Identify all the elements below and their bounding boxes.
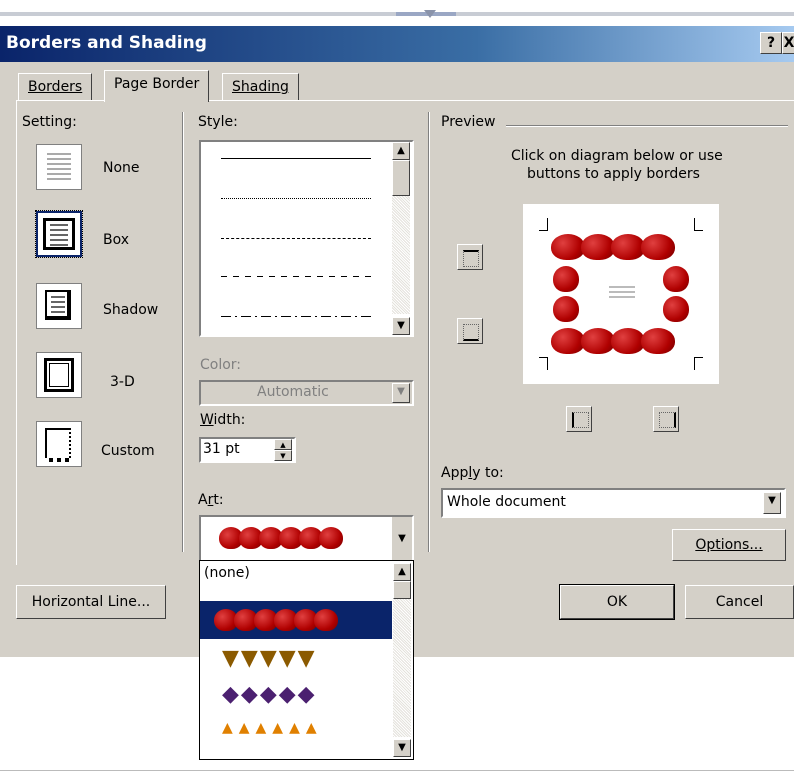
color-value: Automatic <box>257 384 329 400</box>
style-option-dashed-large[interactable] <box>221 276 371 277</box>
art-apples-preview <box>219 527 343 553</box>
width-spinner[interactable]: 31 pt ▲ ▼ <box>199 437 296 463</box>
scroll-up-icon[interactable]: ▲ <box>392 142 410 160</box>
art-select[interactable]: ▼ <box>199 515 414 563</box>
options-button-label: Options... <box>695 537 763 553</box>
help-button[interactable]: ? <box>760 32 782 54</box>
width-label: Width: <box>200 412 246 428</box>
preview-apples-left <box>553 264 579 326</box>
preview-label: Preview <box>441 114 496 130</box>
column-divider <box>428 112 430 552</box>
setting-custom-label[interactable]: Custom <box>101 443 155 459</box>
preview-diagram[interactable] <box>523 204 719 384</box>
setting-shadow-icon[interactable] <box>36 283 82 329</box>
close-button[interactable]: X <box>782 32 794 54</box>
style-option-solid[interactable] <box>221 158 371 159</box>
tab-label: Shading <box>232 79 289 95</box>
setting-none-icon[interactable] <box>36 144 82 190</box>
setting-box-label[interactable]: Box <box>103 232 129 248</box>
style-label: Style: <box>198 114 238 130</box>
preview-apples-right <box>663 264 689 326</box>
right-border-button[interactable] <box>653 406 679 432</box>
options-button[interactable]: Options... <box>672 529 786 561</box>
tab-borders[interactable]: Borders <box>18 73 93 100</box>
chevron-down-icon[interactable]: ▼ <box>392 517 412 561</box>
document-ruler <box>0 0 794 26</box>
title-bar: Borders and Shading ? X <box>0 26 794 62</box>
preview-instructions-1: Click on diagram below or use <box>511 148 723 164</box>
preview-group-line <box>506 125 788 127</box>
style-option-dotted[interactable] <box>221 198 371 199</box>
setting-none-label[interactable]: None <box>103 160 140 176</box>
art-option-ice-cream-cones[interactable]: ▼▼▼▼▼ <box>222 647 317 671</box>
chevron-down-icon: ▼ <box>392 383 410 403</box>
ok-label: OK <box>606 594 628 610</box>
setting-custom-icon[interactable] <box>36 421 82 467</box>
style-option-dash-dot[interactable] <box>221 316 371 317</box>
spin-up-icon[interactable]: ▲ <box>274 439 292 450</box>
apply-to-select[interactable]: Whole document ▼ <box>441 488 786 518</box>
art-option-apples-selected[interactable] <box>200 601 392 639</box>
bottom-border-button[interactable] <box>457 318 483 344</box>
art-option-cakes[interactable]: ◆◆◆◆◆ <box>222 683 317 707</box>
ok-button[interactable]: OK <box>559 584 675 620</box>
art-option-candy-corn[interactable]: ▲▲▲▲▲▲ <box>222 719 323 737</box>
scroll-track[interactable] <box>393 599 411 737</box>
scroll-down-icon[interactable]: ▼ <box>392 317 410 335</box>
setting-3d-label[interactable]: 3-D <box>110 374 135 390</box>
scrollbar-thumb[interactable] <box>393 581 411 599</box>
art-dropdown-list[interactable]: (none) ▼▼▼▼▼ ◆◆◆◆◆ ▲▲▲▲▲▲ ▲ ▼ <box>199 560 414 760</box>
apply-to-value: Whole document <box>447 494 566 510</box>
preview-apples-top <box>551 234 675 264</box>
apply-to-label: Apply to: <box>441 465 504 481</box>
cancel-button[interactable]: Cancel <box>685 585 794 619</box>
chevron-down-icon[interactable]: ▼ <box>763 492 781 514</box>
column-divider <box>182 112 184 552</box>
cancel-label: Cancel <box>715 594 764 610</box>
scroll-down-icon[interactable]: ▼ <box>393 739 411 757</box>
width-value: 31 pt <box>203 441 240 457</box>
horizontal-line-label: Horizontal Line... <box>31 594 151 610</box>
style-option-dashed-small[interactable] <box>221 238 371 239</box>
scroll-up-icon[interactable]: ▲ <box>393 563 411 581</box>
color-label: Color: <box>200 357 242 373</box>
window-title: Borders and Shading <box>6 33 207 53</box>
style-listbox[interactable]: ▲ ▼ <box>199 140 414 337</box>
indent-marker-icon[interactable] <box>424 10 436 18</box>
scrollbar-thumb[interactable] <box>392 160 410 196</box>
tab-page-border[interactable]: Page Border <box>104 70 210 102</box>
art-option-none[interactable]: (none) <box>204 565 250 581</box>
left-border-button[interactable] <box>566 406 592 432</box>
color-select: Automatic ▼ <box>199 380 414 406</box>
preview-apples-bottom <box>551 328 675 358</box>
spin-down-icon[interactable]: ▼ <box>274 450 292 461</box>
tab-label: Page Border <box>114 76 200 92</box>
top-border-button[interactable] <box>457 244 483 270</box>
setting-label: Setting: <box>22 114 77 130</box>
setting-shadow-label[interactable]: Shadow <box>103 302 158 318</box>
scroll-track[interactable] <box>392 196 410 314</box>
setting-box-icon[interactable] <box>35 210 83 258</box>
tab-label: Borders <box>28 79 83 95</box>
setting-3d-icon[interactable] <box>36 352 82 398</box>
preview-instructions-2: buttons to apply borders <box>527 166 700 182</box>
horizontal-line-button[interactable]: Horizontal Line... <box>16 585 166 619</box>
tab-shading[interactable]: Shading <box>222 73 299 100</box>
art-label: Art: <box>198 492 224 508</box>
